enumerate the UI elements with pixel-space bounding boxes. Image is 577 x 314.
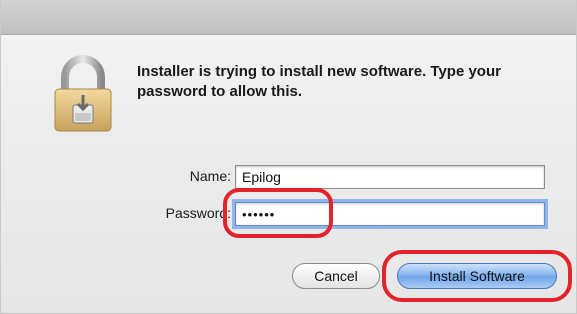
install-button-highlight-annotation xyxy=(382,250,572,302)
cancel-button[interactable]: Cancel xyxy=(292,263,380,289)
password-label: Password: xyxy=(165,205,231,221)
auth-dialog: Installer is trying to install new softw… xyxy=(0,0,577,314)
padlock-icon xyxy=(54,55,112,132)
dialog-message: Installer is trying to install new softw… xyxy=(137,63,501,100)
dialog-titlebar xyxy=(1,0,576,35)
password-highlight-annotation xyxy=(223,188,333,238)
name-label: Name: xyxy=(189,168,231,184)
name-field[interactable]: Epilog xyxy=(235,165,545,189)
